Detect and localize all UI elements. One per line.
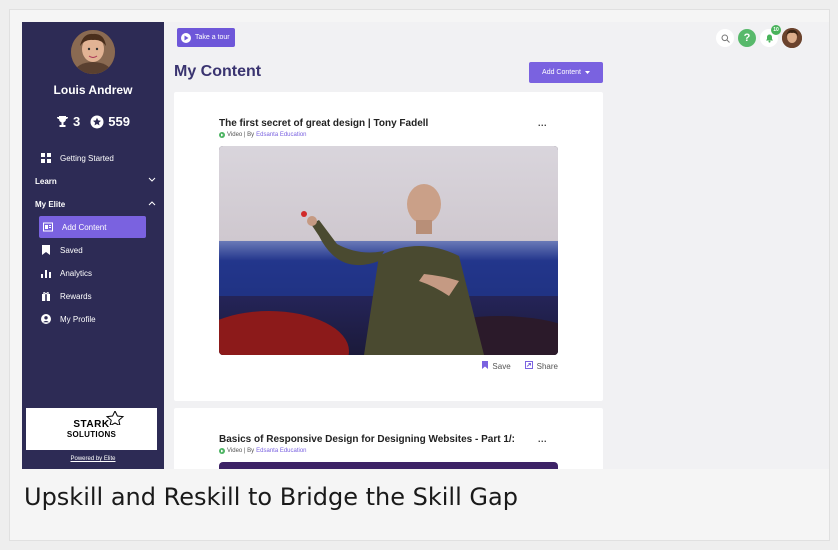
chevron-up-icon (148, 199, 156, 208)
card-meta: Video | By Edsanta Education (219, 448, 307, 454)
card-meta-type: Video | By (227, 448, 255, 454)
brand-logo: STARK SOLUTIONS (26, 408, 157, 450)
save-button[interactable]: Save (482, 361, 511, 371)
more-options-button[interactable]: ... (538, 434, 547, 444)
user-stats: 3 559 (22, 114, 164, 129)
card-meta-type: Video | By (227, 132, 255, 138)
sidebar-nav: Getting Started Learn My Elite Add Conte… (22, 146, 164, 330)
take-tour-label: Take a tour (195, 34, 230, 41)
sidebar-item-saved[interactable]: Saved (22, 239, 164, 261)
sidebar-item-label: Analytics (60, 268, 93, 278)
content-card: Basics of Responsive Design for Designin… (174, 408, 603, 469)
sidebar-item-rewards[interactable]: Rewards (22, 285, 164, 307)
card-source-link[interactable]: Edsanta Education (256, 132, 306, 138)
share-button[interactable]: Share (524, 361, 558, 371)
more-options-button[interactable]: ... (538, 118, 547, 128)
card-title[interactable]: The first secret of great design | Tony … (219, 118, 428, 129)
help-icon[interactable]: ? (738, 29, 756, 47)
sidebar-item-getting-started[interactable]: Getting Started (22, 147, 164, 169)
card-meta: Video | By Edsanta Education (219, 132, 307, 138)
bookmark-icon (482, 361, 489, 371)
user-avatar-small[interactable] (782, 28, 802, 48)
caption-text: Upskill and Reskill to Bridge the Skill … (24, 483, 518, 511)
sidebar-item-label: Learn (35, 176, 57, 186)
sidebar-item-label: My Elite (35, 199, 66, 209)
sidebar-item-add-content[interactable]: Add Content (39, 216, 146, 238)
notification-badge: 10 (771, 25, 781, 35)
sidebar-item-my-profile[interactable]: My Profile (22, 308, 164, 330)
brand-subname: SOLUTIONS (66, 430, 117, 439)
search-icon[interactable] (716, 29, 734, 47)
add-content-icon (43, 222, 53, 232)
sidebar-item-label: Getting Started (60, 153, 114, 163)
sidebar-item-label: Rewards (60, 291, 92, 301)
add-content-button[interactable]: Add Content (529, 62, 603, 83)
user-name: Louis Andrew (53, 83, 133, 97)
grid-icon (41, 153, 51, 163)
sidebar: Louis Andrew 3 559 Getting Started Learn… (22, 22, 164, 469)
sidebar-item-label: Add Content (62, 222, 107, 232)
powered-by-link[interactable]: Powered by Elite (22, 456, 164, 462)
app-window: Louis Andrew 3 559 Getting Started Learn… (22, 22, 829, 469)
save-label: Save (492, 361, 511, 371)
bar-chart-icon (41, 268, 51, 278)
trophy-icon (56, 115, 69, 128)
bookmark-icon (41, 245, 51, 255)
star-logo-icon (105, 411, 125, 425)
sidebar-item-label: My Profile (60, 314, 96, 324)
take-tour-button[interactable]: Take a tour (177, 28, 235, 47)
share-label: Share (536, 361, 558, 371)
sidebar-item-learn[interactable]: Learn (22, 170, 164, 192)
user-avatar[interactable] (71, 30, 115, 74)
top-right-toolbar: ? 10 (716, 25, 802, 48)
sidebar-item-my-elite[interactable]: My Elite (22, 193, 164, 215)
share-icon (524, 361, 533, 371)
gift-icon (41, 291, 51, 301)
trophy-count: 3 (73, 114, 81, 129)
sidebar-item-label: Saved (60, 245, 83, 255)
card-actions: Save Share (482, 361, 558, 371)
content-card: The first secret of great design | Tony … (174, 92, 603, 401)
video-thumbnail[interactable] (219, 462, 558, 469)
caret-down-icon (584, 69, 590, 76)
page-title: My Content (174, 63, 262, 80)
card-source-link[interactable]: Edsanta Education (256, 448, 306, 454)
star-icon (90, 115, 104, 129)
play-icon (181, 32, 191, 43)
bell-icon[interactable]: 10 (760, 25, 781, 47)
card-title[interactable]: Basics of Responsive Design for Designin… (219, 434, 537, 445)
chevron-down-icon (148, 176, 156, 185)
video-thumbnail[interactable] (219, 146, 558, 355)
points-count: 559 (108, 114, 130, 129)
video-icon (219, 132, 225, 138)
sidebar-item-analytics[interactable]: Analytics (22, 262, 164, 284)
account-icon (41, 314, 51, 324)
video-icon (219, 448, 225, 454)
add-content-label: Add Content (542, 69, 581, 76)
